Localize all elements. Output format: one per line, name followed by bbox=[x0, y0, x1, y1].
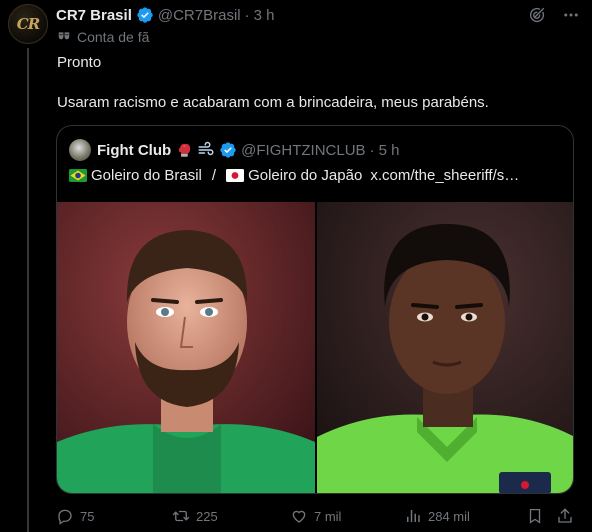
bookmark-icon bbox=[529, 508, 541, 524]
fan-mask-icon bbox=[58, 32, 70, 40]
quote-text-japan: Goleiro do Japão bbox=[248, 167, 363, 184]
avatar-monogram: CR bbox=[16, 15, 40, 33]
goalkeeper-japan-photo[interactable] bbox=[317, 202, 573, 493]
author-avatar[interactable]: CR bbox=[8, 4, 48, 44]
japan-flag-icon bbox=[226, 169, 245, 182]
reply-icon bbox=[58, 509, 72, 525]
author-handle[interactable]: @CR7Brasil bbox=[158, 7, 241, 24]
quote-verified-badge-icon bbox=[220, 142, 236, 158]
quote-time[interactable]: 5 h bbox=[379, 142, 400, 159]
quote-link[interactable]: x.com/the_sheeriff/s… bbox=[370, 167, 519, 184]
post-text-line1: Pronto bbox=[57, 54, 102, 71]
share-button[interactable] bbox=[556, 504, 574, 528]
reply-button[interactable]: 75 bbox=[56, 504, 94, 528]
dash-icon bbox=[198, 141, 214, 156]
post-text-line2: Usaram racismo e acabaram com a brincade… bbox=[57, 94, 489, 111]
grok-icon[interactable] bbox=[528, 6, 546, 24]
boxing-glove-icon bbox=[178, 144, 191, 157]
quoted-post[interactable]: Fight Club @FIGHTZINCLUB · 5 h Goleiro d… bbox=[56, 125, 574, 494]
post-time[interactable]: 3 h bbox=[254, 7, 275, 24]
author-name[interactable]: CR7 Brasil bbox=[56, 7, 132, 24]
quote-author-name[interactable]: Fight Club bbox=[97, 142, 171, 159]
quote-text: Goleiro do Brasil / Goleiro do Japão x.c… bbox=[69, 167, 519, 184]
post-header: CR7 Brasil @CR7Brasil · 3 h bbox=[56, 4, 274, 26]
share-icon bbox=[558, 508, 572, 523]
quote-header: Fight Club @FIGHTZINCLUB · 5 h bbox=[69, 139, 399, 161]
repost-icon bbox=[172, 510, 190, 522]
reply-count: 75 bbox=[80, 508, 95, 524]
like-button[interactable]: 7 mil bbox=[290, 504, 341, 528]
thread-line bbox=[27, 48, 29, 532]
brazil-flag-icon bbox=[69, 169, 87, 182]
fan-account-label: Conta de fã bbox=[57, 29, 149, 45]
goalkeeper-brazil-photo[interactable] bbox=[57, 202, 315, 493]
quote-author-handle[interactable]: @FIGHTZINCLUB bbox=[241, 142, 365, 159]
fan-label-text: Conta de fã bbox=[77, 29, 150, 45]
views-icon bbox=[407, 510, 420, 522]
japan-goalkeeper-illustration bbox=[317, 202, 573, 493]
bookmark-button[interactable] bbox=[526, 504, 544, 528]
like-count: 7 mil bbox=[314, 508, 342, 524]
views-count: 284 mil bbox=[428, 508, 470, 524]
quote-author-avatar[interactable] bbox=[69, 139, 91, 161]
views-button[interactable]: 284 mil bbox=[404, 504, 470, 528]
quote-text-divider: / bbox=[211, 167, 217, 184]
quote-separator: · bbox=[369, 141, 375, 159]
like-icon bbox=[292, 510, 306, 523]
verified-badge-icon bbox=[137, 7, 153, 23]
header-separator: · bbox=[244, 6, 250, 24]
action-bar: 75 225 7 mil 284 mil bbox=[0, 504, 592, 528]
quote-text-brazil: Goleiro do Brasil bbox=[91, 167, 202, 184]
more-icon[interactable] bbox=[561, 6, 581, 24]
repost-count: 225 bbox=[196, 508, 218, 524]
repost-button[interactable]: 225 bbox=[172, 504, 218, 528]
brazil-goalkeeper-illustration bbox=[57, 202, 315, 493]
